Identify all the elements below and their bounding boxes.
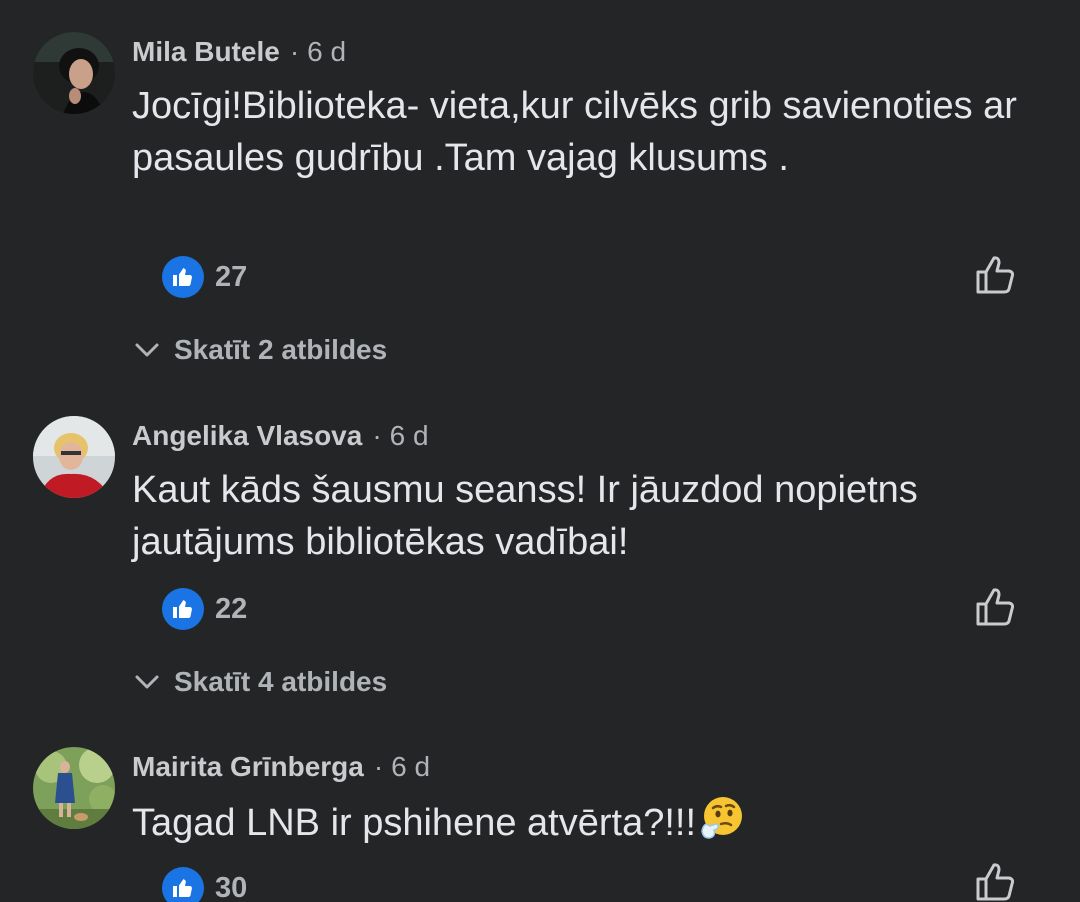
thinking-face-icon — [698, 795, 744, 855]
view-replies-label: Skatīt 4 atbildes — [174, 666, 388, 697]
meta-separator: · — [373, 751, 384, 782]
comment-item: Mila Butele · 6 d Jocīgi!Biblioteka- vieta… — [0, 32, 1080, 382]
chevron-down-icon — [135, 343, 159, 357]
comment-meta: Angelika Vlasova · 6 d — [132, 418, 429, 454]
like-count: 22 — [215, 592, 248, 625]
avatar-image — [33, 32, 115, 114]
view-replies-button[interactable]: Skatīt 4 atbildes — [134, 666, 387, 698]
timestamp[interactable]: 6 d — [307, 36, 346, 67]
comment-text: Jocīgi!Biblioteka- vieta,kur cilvēks gri… — [132, 85, 1017, 179]
avatar[interactable] — [33, 32, 115, 114]
comment-item: Mairita Grīnberga · 6 d Tagad LNB ir pshih… — [0, 747, 1080, 902]
thumbs-up-icon — [162, 867, 204, 902]
comment-text: Kaut kāds šausmu seanss! Ir jāuzdod nopi… — [132, 469, 918, 563]
view-replies-label: Skatīt 2 atbildes — [174, 334, 388, 365]
like-count: 27 — [215, 260, 248, 293]
like-button[interactable] — [972, 252, 1018, 298]
comment-item: Angelika Vlasova · 6 d Kaut kāds šausmu se… — [0, 416, 1080, 716]
comment-meta: Mairita Grīnberga · 6 d — [132, 749, 430, 785]
meta-separator: · — [289, 36, 300, 67]
meta-separator: · — [372, 420, 382, 451]
author-name[interactable]: Mairita Grīnberga — [132, 751, 364, 782]
comment-meta: Mila Butele · 6 d — [132, 34, 346, 70]
reaction-summary[interactable]: 30 — [162, 867, 247, 902]
timestamp[interactable]: 6 d — [391, 751, 430, 782]
thumbs-up-outline-icon — [976, 256, 1015, 294]
avatar-image — [33, 747, 115, 829]
comment-text-content: Tagad LNB ir pshihene atvērta?!!! — [132, 802, 697, 844]
thumbs-up-icon — [162, 256, 204, 298]
timestamp[interactable]: 6 d — [390, 420, 429, 451]
like-count: 30 — [215, 871, 248, 902]
comment-text: Tagad LNB ir pshihene atvērta?!!! — [132, 795, 1032, 855]
reaction-summary[interactable]: 22 — [162, 588, 247, 630]
view-replies-button[interactable]: Skatīt 2 atbildes — [134, 334, 387, 366]
thumbs-up-outline-icon — [976, 863, 1015, 901]
thumbs-up-icon — [162, 588, 204, 630]
thumbs-up-outline-icon — [976, 588, 1015, 626]
chevron-down-icon — [135, 675, 159, 689]
like-button[interactable] — [972, 584, 1018, 630]
avatar-image — [33, 416, 115, 498]
comments-list: Mila Butele · 6 d Jocīgi!Biblioteka- vieta… — [0, 0, 1080, 902]
avatar[interactable] — [33, 416, 115, 498]
author-name[interactable]: Angelika Vlasova — [132, 420, 362, 451]
reaction-summary[interactable]: 27 — [162, 256, 247, 298]
avatar[interactable] — [33, 747, 115, 829]
author-name[interactable]: Mila Butele — [132, 36, 280, 67]
like-button[interactable] — [972, 859, 1018, 902]
